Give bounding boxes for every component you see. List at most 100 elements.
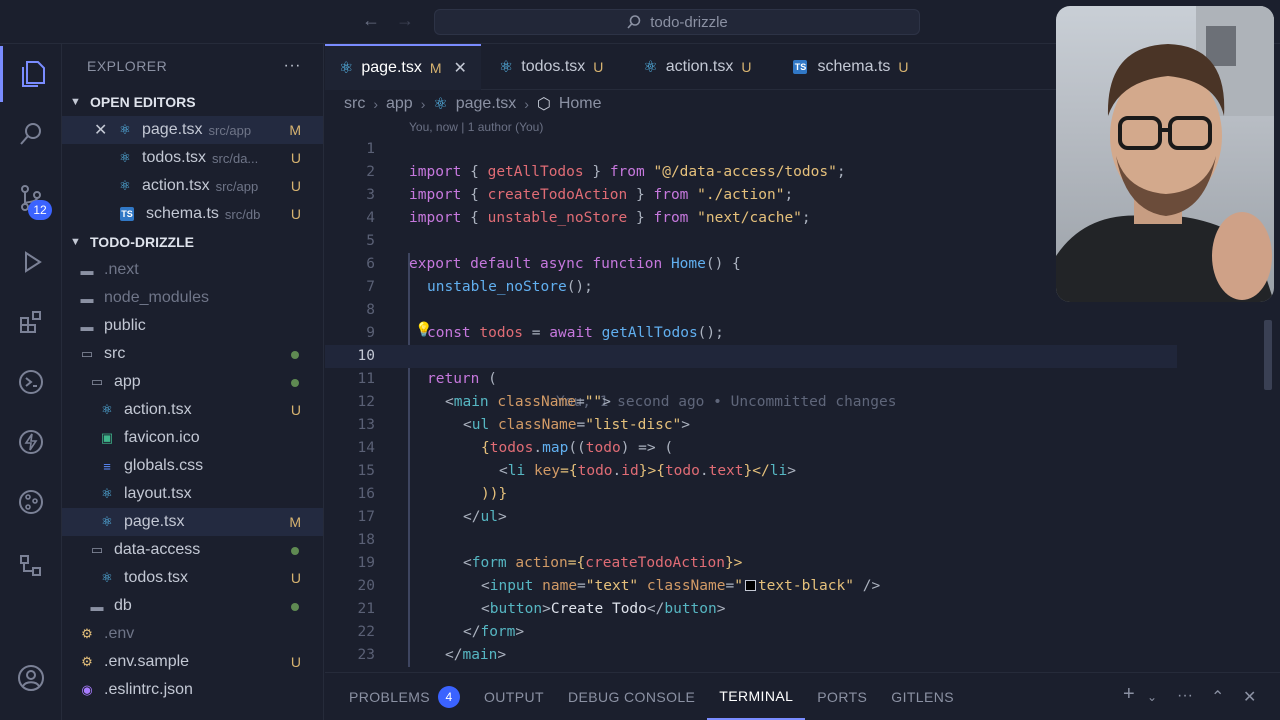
open-editor-path: src/app [208, 122, 252, 138]
account-icon[interactable] [0, 650, 62, 706]
open-editor-path: src/da... [212, 150, 259, 166]
chevron-right-icon: › [373, 96, 378, 112]
open-editor-name: schema.ts [146, 205, 219, 222]
close-tab-icon[interactable]: ✕ [454, 58, 467, 78]
panel-tab-label: DEBUG CONSOLE [567, 688, 696, 705]
panel-tab-label: PROBLEMS [349, 688, 430, 705]
tree-item-layout[interactable]: ⚛ layout.tsx [62, 480, 323, 508]
remote-explorer-icon[interactable] [0, 354, 62, 410]
command-center-search[interactable]: todo-drizzle [434, 9, 920, 35]
add-terminal-icon[interactable]: + [1123, 683, 1135, 706]
explorer-icon[interactable] [0, 46, 62, 102]
chevron-down-icon[interactable]: ⌄ [1147, 690, 1157, 704]
tree-item-next[interactable]: ▬ .next [62, 256, 323, 284]
typescript-icon: TS [793, 60, 808, 74]
activity-bar: 12 [0, 44, 62, 720]
extensions-icon[interactable] [0, 294, 62, 350]
modified-dot [291, 351, 299, 359]
gitlens-icon[interactable] [0, 474, 62, 530]
code-line: 8 const todos = await getAllTodos(); [325, 299, 1280, 341]
code-line: 19 <input name="text" className=" text-bl… [325, 552, 1280, 594]
line-number: 5 [366, 233, 375, 249]
explorer-more-button[interactable]: ··· [284, 57, 301, 75]
panel-tab-terminal[interactable]: TERMINAL [707, 674, 806, 720]
tree-item-data-access[interactable]: ▭ data-access [62, 536, 323, 564]
panel-tab-gitlens[interactable]: GITLENS [879, 674, 966, 720]
git-status: U [290, 206, 301, 222]
open-editor-path: src/db [224, 206, 261, 222]
lightning-icon[interactable] [0, 414, 62, 470]
panel-tab-ports[interactable]: PORTS [805, 674, 879, 720]
panel-tab-debug-console[interactable]: DEBUG CONSOLE [556, 674, 707, 720]
breadcrumb-app[interactable]: app [386, 95, 413, 113]
line-number: 3 [366, 187, 375, 203]
line-number: 23 [357, 647, 375, 663]
codelens-blame[interactable]: You, now | 1 author (You) [409, 120, 543, 134]
breadcrumb-symbol[interactable]: Home [559, 95, 602, 113]
tree-item-env[interactable]: ⚙ .env [62, 620, 323, 648]
breadcrumb-src[interactable]: src [344, 95, 365, 113]
tab-status: U [593, 59, 604, 75]
tree-item-label: favicon.ico [124, 429, 200, 446]
tree-item-label: globals.css [124, 457, 204, 474]
open-editor-item[interactable]: ⚛ todos.tsx src/da... U [62, 144, 323, 172]
tree-item-action[interactable]: ⚛ action.tsx U [62, 396, 323, 424]
line-number: 8 [366, 302, 375, 318]
breadcrumb-file[interactable]: page.tsx [456, 95, 516, 113]
tree-item-todos[interactable]: ⚛ todos.tsx U [62, 564, 323, 592]
tab-label: todos.tsx [521, 58, 586, 75]
more-icon[interactable]: ··· [1177, 687, 1193, 705]
react-icon: ⚛ [339, 60, 354, 77]
open-editors-header[interactable]: ▼ OPEN EDITORS [62, 88, 323, 116]
forward-arrow-icon[interactable]: → [396, 10, 414, 31]
open-editor-name: todos.tsx [142, 149, 207, 166]
project-header[interactable]: ▼ TODO-DRIZZLE [62, 228, 323, 256]
close-icon[interactable]: ✕ [94, 120, 116, 140]
tab-schema[interactable]: TS schema.ts U [777, 44, 922, 90]
close-panel-icon[interactable]: ✕ [1243, 687, 1256, 707]
run-debug-icon[interactable] [0, 234, 62, 290]
code-line: 17 [325, 506, 1280, 529]
tab-todos[interactable]: ⚛ todos.tsx U [481, 44, 630, 90]
editor-scrollbar[interactable] [1264, 320, 1272, 390]
tab-page[interactable]: ⚛ page.tsx M ✕ [325, 44, 481, 90]
panel-tab-output[interactable]: OUTPUT [472, 674, 556, 720]
code-text: ); [427, 667, 444, 668]
git-graph-icon[interactable] [0, 538, 62, 594]
git-status: U [290, 178, 301, 194]
tree-item-eslintrc[interactable]: ◉ .eslintrc.json [62, 676, 323, 704]
line-number: 13 [357, 417, 375, 433]
git-status: U [290, 654, 301, 670]
tree-item-label: data-access [114, 541, 201, 558]
tree-item-label: action.tsx [124, 401, 192, 418]
css-icon: ≡ [103, 458, 111, 474]
tree-item-app[interactable]: ▭ app [62, 368, 323, 396]
maximize-panel-icon[interactable]: ⌃ [1211, 687, 1224, 707]
tree-item-page[interactable]: ⚛ page.tsx M [62, 508, 323, 536]
back-arrow-icon[interactable]: ← [362, 10, 380, 31]
react-icon: ⚛ [101, 486, 113, 501]
tree-item-src[interactable]: ▭ src [62, 340, 323, 368]
git-status: U [290, 402, 301, 418]
tree-item-db[interactable]: ▬ db [62, 592, 323, 620]
project-title: TODO-DRIZZLE [90, 234, 194, 250]
tab-action[interactable]: ⚛ action.tsx U [629, 44, 777, 90]
lightbulb-icon[interactable]: 💡 [415, 322, 432, 338]
git-status: M [289, 122, 301, 138]
code-line-current: 10 return ( You, 1 second ago • Uncommit… [325, 345, 1177, 410]
tree-item-public[interactable]: ▬ public [62, 312, 323, 340]
open-editor-item[interactable]: ⚛ action.tsx src/app U [62, 172, 323, 200]
chevron-down-icon: ▼ [70, 96, 81, 108]
react-icon: ⚛ [119, 150, 131, 165]
code-line: 16 </ul> [325, 483, 1280, 525]
open-editor-item[interactable]: TS schema.ts src/db U [62, 200, 323, 228]
search-icon[interactable] [0, 106, 62, 162]
open-editor-name: page.tsx [142, 121, 203, 138]
panel-tab-problems[interactable]: PROBLEMS 4 [337, 674, 472, 720]
webcam-overlay [1056, 6, 1274, 302]
tree-item-globals[interactable]: ≡ globals.css [62, 452, 323, 480]
tree-item-favicon[interactable]: ▣ favicon.ico [62, 424, 323, 452]
open-editor-item[interactable]: ✕ ⚛ page.tsx src/app M [62, 116, 323, 144]
tree-item-node-modules[interactable]: ▬ node_modules [62, 284, 323, 312]
tree-item-env-sample[interactable]: ⚙ .env.sample U [62, 648, 323, 676]
